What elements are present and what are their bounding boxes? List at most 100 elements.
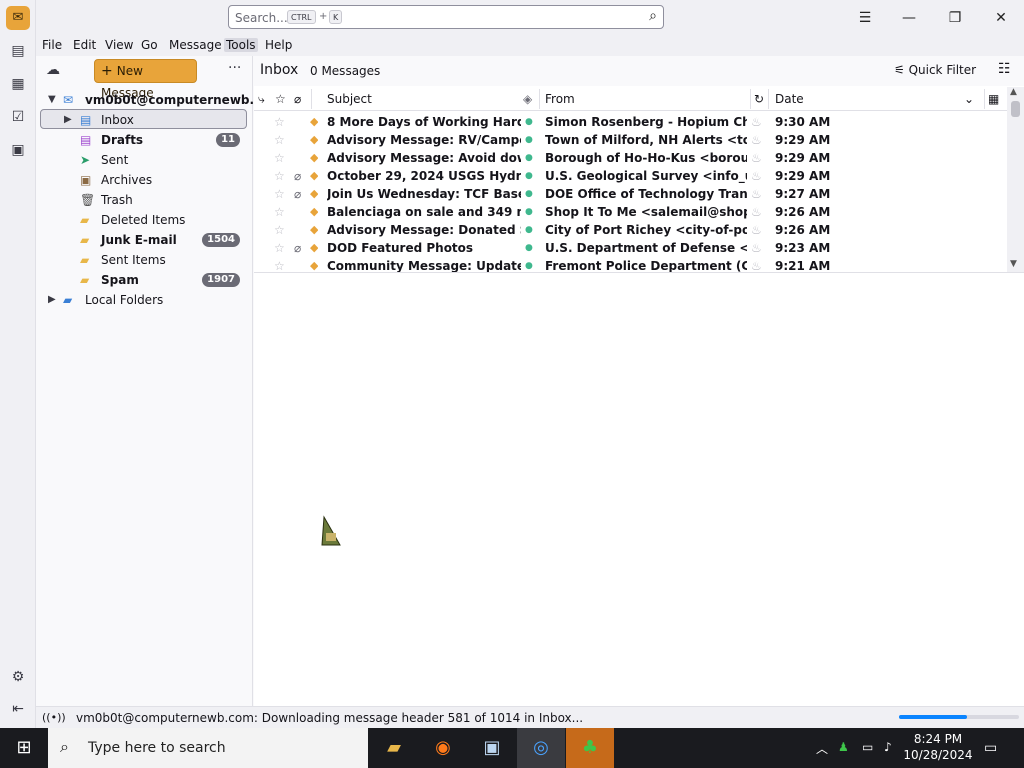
- chevron-up-icon[interactable]: ︿: [816, 740, 828, 757]
- menu-edit[interactable]: Edit: [71, 38, 98, 52]
- search-icon[interactable]: ⌕: [649, 8, 657, 24]
- menu-help[interactable]: Help: [263, 38, 294, 52]
- pane-splitter[interactable]: [254, 272, 1024, 273]
- get-messages-icon[interactable]: ☁: [46, 62, 60, 78]
- table-row[interactable]: ☆ ◆ Balenciaga on sale and 349 more! ● S…: [254, 203, 1006, 221]
- thunderbird-icon[interactable]: ◎: [517, 728, 565, 768]
- file-explorer-icon[interactable]: ▰: [370, 728, 418, 768]
- chevron-right-icon[interactable]: ▶: [64, 110, 72, 130]
- taskbar-clock[interactable]: 8:24 PM 10/28/2024: [900, 731, 976, 763]
- folder-inbox[interactable]: ▶ ▤ Inbox: [40, 109, 247, 129]
- more-options-icon[interactable]: ···: [228, 60, 241, 76]
- table-row[interactable]: ☆ ⌀ ◆ Join Us Wednesday: TCF Base CLI...…: [254, 185, 1006, 203]
- junk-flame-icon[interactable]: ♨: [751, 239, 762, 257]
- app-menu-icon[interactable]: ☰: [853, 6, 877, 30]
- folder-junk-email[interactable]: ▰ Junk E-mail 1504: [36, 230, 252, 250]
- menu-view[interactable]: View: [103, 38, 135, 52]
- junk-flame-icon[interactable]: ♨: [751, 113, 762, 131]
- new-message-button[interactable]: + New Message: [94, 59, 197, 100]
- folder-sent[interactable]: ➤ Sent: [36, 150, 252, 170]
- account-row[interactable]: ▼ ✉ vm0b0t@computernewb...: [36, 90, 263, 110]
- scroll-up-icon[interactable]: ▲: [1010, 87, 1017, 97]
- table-row[interactable]: ☆ ⌀ ◆ DOD Featured Photos ● U.S. Departm…: [254, 239, 1006, 257]
- read-dot-icon[interactable]: ●: [525, 185, 533, 203]
- minimize-icon[interactable]: —: [897, 6, 921, 30]
- junk-flame-icon[interactable]: ♨: [751, 149, 762, 167]
- read-dot-icon[interactable]: ●: [525, 113, 533, 131]
- quick-filter-button[interactable]: ⚟ Quick Filter: [894, 63, 976, 77]
- read-dot-icon[interactable]: ●: [525, 131, 533, 149]
- table-row[interactable]: ☆ ◆ Advisory Message: RV/Camper D... ● T…: [254, 131, 1006, 149]
- column-picker-icon[interactable]: ▦: [988, 92, 999, 106]
- message-list-scrollbar[interactable]: ▲ ▼: [1007, 87, 1024, 272]
- local-folders-row[interactable]: ▶ ▰ Local Folders: [36, 290, 252, 310]
- column-divider[interactable]: [984, 89, 985, 109]
- menu-go[interactable]: Go: [139, 38, 160, 52]
- restore-icon[interactable]: ❐: [943, 6, 967, 30]
- star-icon[interactable]: ☆: [274, 149, 285, 167]
- display-options-icon[interactable]: ☷: [998, 61, 1011, 77]
- column-divider[interactable]: [750, 89, 751, 109]
- read-dot-icon[interactable]: ●: [525, 221, 533, 239]
- read-dot-icon[interactable]: ●: [525, 167, 533, 185]
- junk-status-column-icon[interactable]: ↻: [754, 92, 764, 106]
- star-icon[interactable]: ☆: [274, 239, 285, 257]
- tasks-icon[interactable]: ☑: [8, 107, 28, 127]
- read-status-column-icon[interactable]: ◈: [523, 92, 532, 106]
- junk-flame-icon[interactable]: ♨: [751, 203, 762, 221]
- thread-column-icon[interactable]: ⤷: [258, 92, 265, 107]
- chevron-right-icon[interactable]: ▶: [48, 290, 56, 310]
- collapse-spaces-icon[interactable]: ⇤: [8, 699, 28, 719]
- from-column-header[interactable]: From: [545, 92, 575, 106]
- control-panel-icon[interactable]: ▣: [468, 728, 516, 768]
- network-icon[interactable]: ▭: [862, 740, 873, 754]
- table-row[interactable]: ☆ ◆ 8 More Days of Working Hard A... ● S…: [254, 113, 1006, 131]
- scrollbar-thumb[interactable]: [1011, 101, 1020, 117]
- table-row[interactable]: ☆ ◆ Advisory Message: Avoid downt... ● B…: [254, 149, 1006, 167]
- star-icon[interactable]: ☆: [274, 221, 285, 239]
- windows-start-icon[interactable]: ⊞: [0, 728, 48, 768]
- star-icon[interactable]: ☆: [274, 131, 285, 149]
- star-column-icon[interactable]: ☆: [275, 92, 286, 106]
- close-icon[interactable]: ✕: [989, 6, 1013, 30]
- junk-flame-icon[interactable]: ♨: [751, 221, 762, 239]
- junk-flame-icon[interactable]: ♨: [751, 167, 762, 185]
- online-status-icon[interactable]: ((•)): [42, 711, 66, 724]
- read-dot-icon[interactable]: ●: [525, 203, 533, 221]
- star-icon[interactable]: ☆: [274, 203, 285, 221]
- folder-drafts[interactable]: ▤ Drafts 11: [36, 130, 252, 150]
- table-row[interactable]: ☆ ◆ Advisory Message: Donated Sup... ● C…: [254, 221, 1006, 239]
- address-book-icon[interactable]: ▤: [8, 41, 28, 61]
- user-tray-icon[interactable]: ♟: [838, 740, 849, 754]
- notifications-icon[interactable]: ▭: [984, 740, 997, 756]
- folder-spam[interactable]: ▰ Spam 1907: [36, 270, 252, 290]
- star-icon[interactable]: ☆: [274, 167, 285, 185]
- settings-icon[interactable]: ⚙: [8, 667, 28, 687]
- chevron-down-icon[interactable]: ⌄: [964, 92, 974, 106]
- star-icon[interactable]: ☆: [274, 185, 285, 203]
- mail-space-icon[interactable]: ✉: [6, 6, 30, 30]
- junk-flame-icon[interactable]: ♨: [751, 185, 762, 203]
- menu-message[interactable]: Message: [167, 38, 224, 52]
- attachment-column-icon[interactable]: ⌀: [294, 92, 301, 106]
- folder-sent-items[interactable]: ▰ Sent Items: [36, 250, 252, 270]
- chat-icon[interactable]: ▣: [8, 140, 28, 160]
- column-divider[interactable]: [768, 89, 769, 109]
- scroll-down-icon[interactable]: ▼: [1010, 259, 1017, 269]
- folder-archives[interactable]: ▣ Archives: [36, 170, 252, 190]
- star-icon[interactable]: ☆: [274, 113, 285, 131]
- read-dot-icon[interactable]: ●: [525, 149, 533, 167]
- folder-trash[interactable]: 🗑 Trash: [36, 190, 252, 210]
- table-row[interactable]: ☆ ⌀ ◆ October 29, 2024 USGS Hydrogr... ●…: [254, 167, 1006, 185]
- taskbar-search-input[interactable]: ⌕ Type here to search: [48, 728, 368, 768]
- date-column-header[interactable]: Date: [775, 92, 804, 106]
- column-divider[interactable]: [311, 89, 312, 109]
- firefox-icon[interactable]: ◉: [419, 728, 467, 768]
- chevron-down-icon[interactable]: ▼: [48, 90, 56, 110]
- global-search-input[interactable]: Search... CTRL + K ⌕: [228, 5, 664, 29]
- folder-deleted-items[interactable]: ▰ Deleted Items: [36, 210, 252, 230]
- menu-file[interactable]: File: [40, 38, 64, 52]
- calendar-icon[interactable]: ▦: [8, 74, 28, 94]
- volume-icon[interactable]: ♪: [884, 740, 892, 754]
- junk-flame-icon[interactable]: ♨: [751, 131, 762, 149]
